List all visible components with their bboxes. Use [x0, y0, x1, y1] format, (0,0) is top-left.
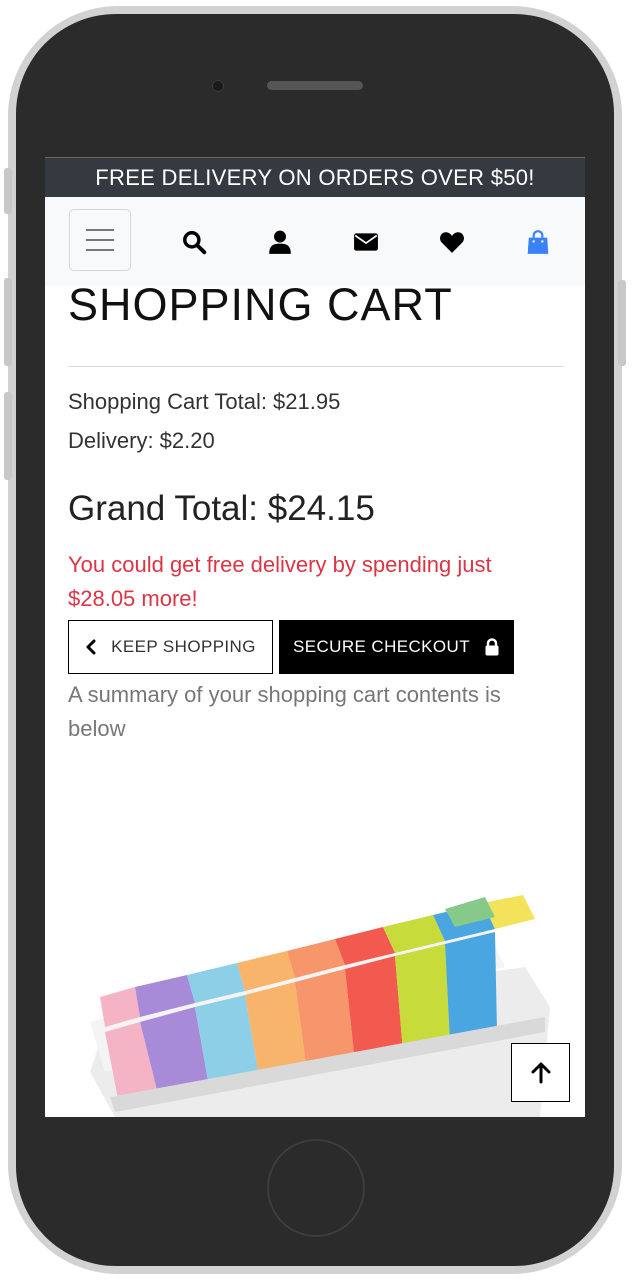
chevron-left-icon: [86, 639, 96, 655]
delivery-banner: FREE DELIVERY ON ORDERS OVER $50!: [45, 157, 585, 198]
heart-icon[interactable]: [439, 229, 465, 255]
secure-checkout-label: SECURE CHECKOUT: [293, 637, 470, 656]
menu-toggle-button[interactable]: [69, 209, 131, 271]
lock-icon: [485, 638, 499, 656]
free-delivery-message: You could get free delivery by spending …: [68, 552, 492, 611]
delivery-banner-text: FREE DELIVERY ON ORDERS OVER $50!: [95, 165, 535, 190]
home-button[interactable]: [267, 1139, 365, 1237]
arrow-up-icon: [531, 1062, 550, 1083]
delivery-cost: Delivery: $2.20: [68, 428, 215, 453]
earpiece-speaker: [267, 81, 363, 90]
keep-shopping-label: KEEP SHOPPING: [111, 637, 256, 656]
volume-up-button: [4, 278, 12, 366]
secure-checkout-button[interactable]: SECURE CHECKOUT: [279, 620, 514, 674]
power-button: [618, 280, 626, 366]
mute-switch: [4, 168, 12, 214]
volume-down-button: [4, 392, 12, 480]
user-icon[interactable]: [267, 229, 293, 255]
title-divider: [68, 366, 564, 367]
navbar: [45, 197, 585, 286]
menu-icon-bar: [86, 249, 114, 251]
page-title: SHOPPING CART: [68, 279, 453, 330]
keep-shopping-button[interactable]: KEEP SHOPPING: [68, 620, 273, 674]
shopping-bag-icon[interactable]: [525, 229, 551, 255]
search-icon[interactable]: [181, 229, 207, 255]
cart-subtotal: Shopping Cart Total: $21.95: [68, 389, 341, 414]
screen: FREE DELIVERY ON ORDERS OVER $50! SHOPPI…: [45, 157, 585, 1117]
menu-icon-bar: [86, 239, 114, 241]
washi-tape-box-image[interactable]: [45, 857, 585, 1117]
back-to-top-button[interactable]: [511, 1043, 570, 1102]
grand-total: Grand Total: $24.15: [68, 489, 375, 528]
menu-icon: [86, 229, 114, 231]
cart-summary-text: A summary of your shopping cart contents…: [68, 682, 501, 741]
envelope-icon[interactable]: [353, 229, 379, 255]
front-camera: [212, 80, 224, 92]
